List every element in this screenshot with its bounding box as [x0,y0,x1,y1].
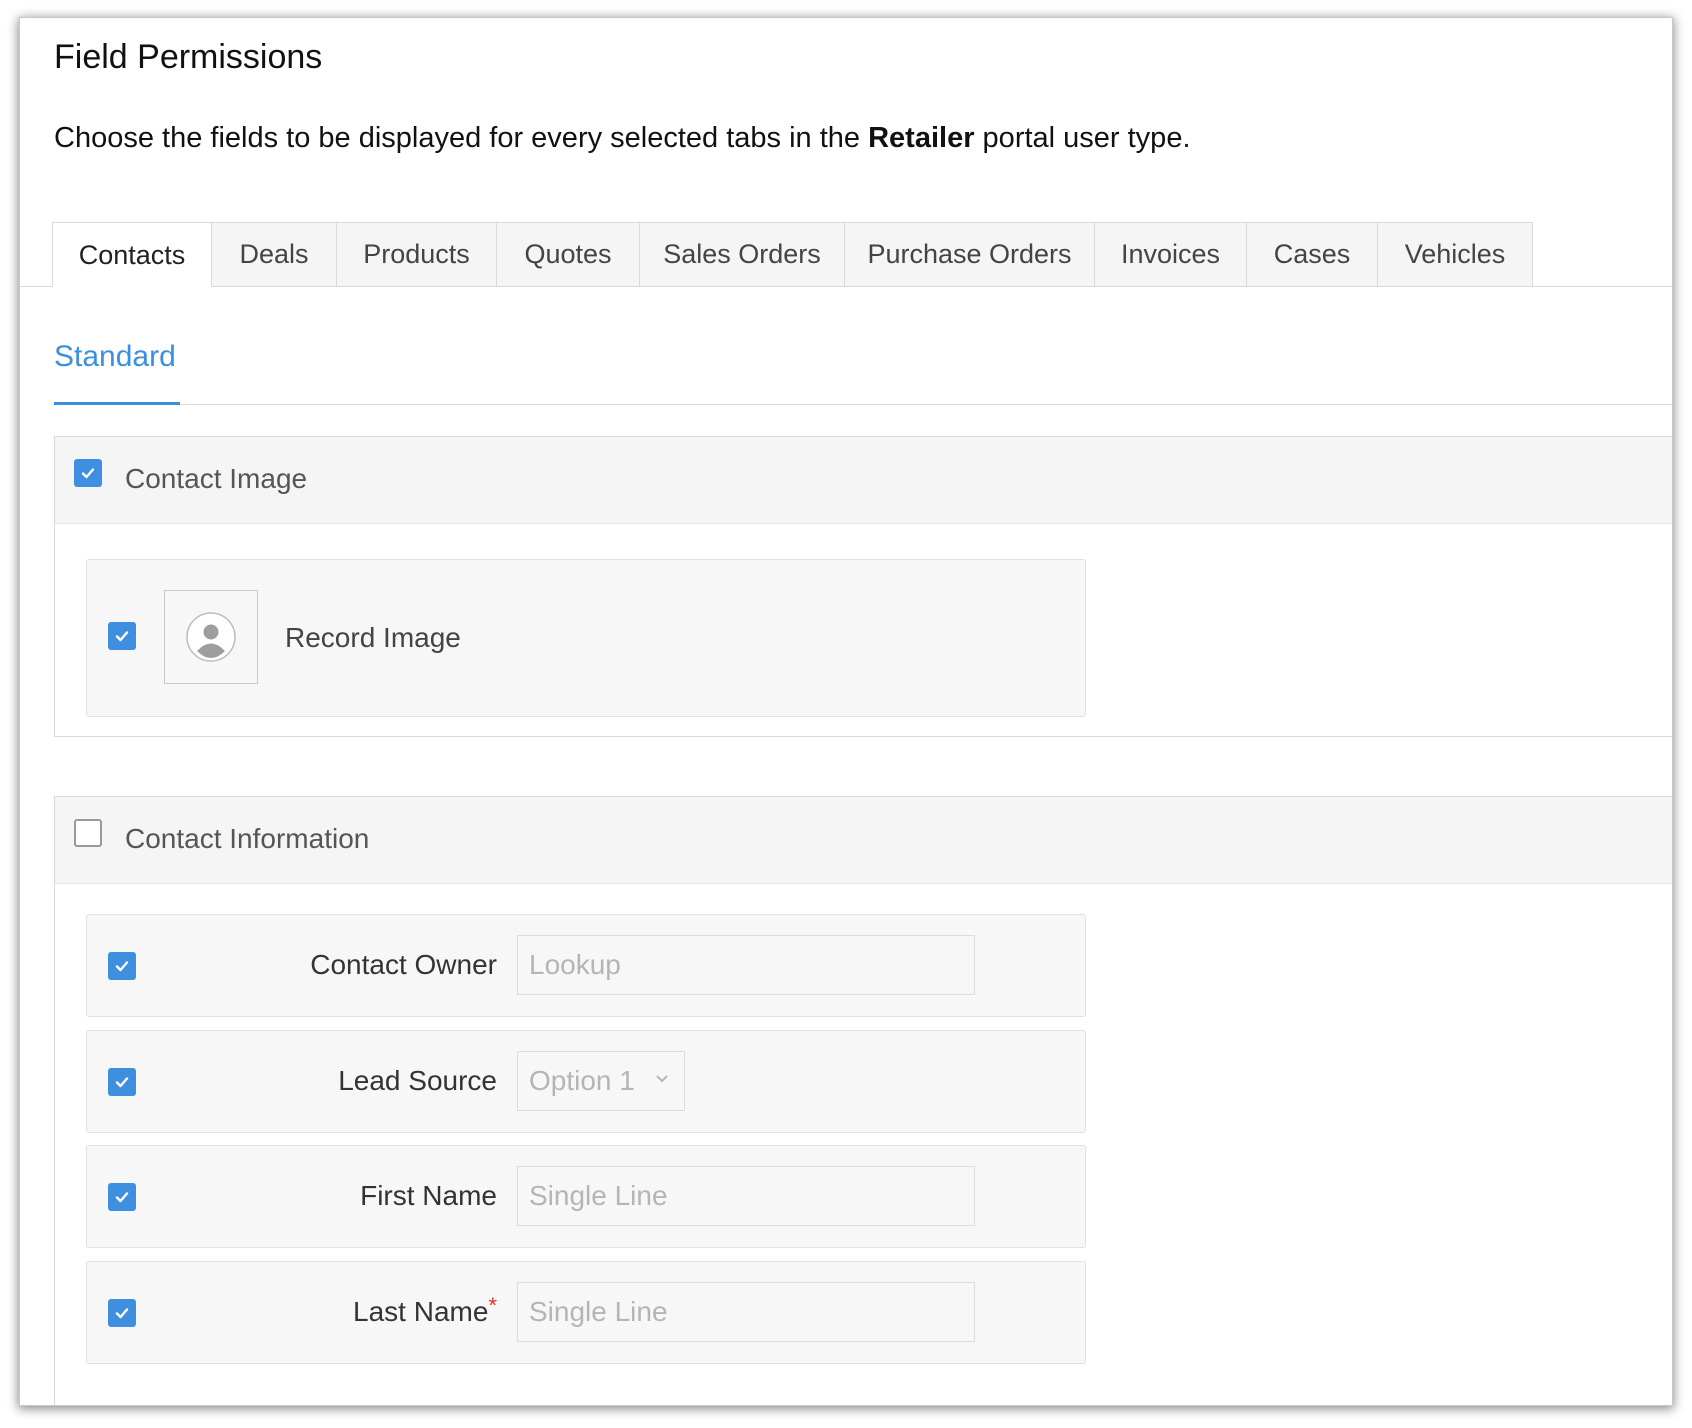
field-permissions-panel: Field Permissions Choose the fields to b… [20,18,1672,1405]
section-checkbox-contact-information[interactable] [74,819,102,847]
user-avatar-icon [186,612,236,662]
first-name-preview-input: Single Line [517,1166,975,1226]
chevron-down-icon [656,1075,668,1083]
field-checkbox-record-image[interactable] [108,622,136,650]
section-contact-information: Contact Information Contact Owner Lookup… [54,796,1672,1405]
check-icon [115,1077,129,1088]
tab-invoices[interactable]: Invoices [1094,222,1247,286]
check-icon [115,961,129,972]
tab-contacts[interactable]: Contacts [52,222,212,287]
tab-vehicles[interactable]: Vehicles [1377,222,1533,286]
field-label-text: First Name [360,1180,497,1211]
tab-products[interactable]: Products [336,222,497,286]
field-label: Lead Source [338,1065,497,1097]
contact-owner-preview-input: Lookup [517,935,975,995]
field-checkbox-lead-source[interactable] [108,1068,136,1096]
page-title: Field Permissions [54,38,323,76]
section-checkbox-contact-image[interactable] [74,459,102,487]
field-checkbox-last-name[interactable] [108,1299,136,1327]
record-image-placeholder [164,590,258,684]
field-row-first-name: First Name Single Line [86,1145,1086,1248]
section-title: Contact Image [125,463,308,494]
tab-cases[interactable]: Cases [1246,222,1378,286]
field-label: First Name [360,1180,497,1212]
check-icon [115,1308,129,1319]
field-row-last-name: Last Name* Single Line [86,1261,1086,1364]
section-title: Contact Information [125,823,370,854]
field-checkbox-contact-owner[interactable] [108,952,136,980]
section-contact-image: Contact Image Record Image [54,436,1672,737]
field-row-record-image: Record Image [86,559,1086,717]
section-header: Contact Image [55,437,1672,524]
subtab-divider [54,404,1672,405]
subtab-active-indicator [54,402,180,405]
field-row-contact-owner: Contact Owner Lookup [86,914,1086,1017]
tabs-divider [20,286,1672,287]
tab-quotes[interactable]: Quotes [496,222,640,286]
select-value: Option 1 [529,1065,635,1096]
tab-purchase-orders[interactable]: Purchase Orders [844,222,1095,286]
subtab-standard[interactable]: Standard [54,340,176,374]
description-text-start: Choose the fields to be displayed for ev… [54,122,869,154]
page-description: Choose the fields to be displayed for ev… [54,122,1191,155]
field-row-lead-source: Lead Source Option 1 [86,1030,1086,1133]
field-label-text: Contact Owner [310,949,497,980]
portal-user-type-name: Retailer [868,122,975,154]
tab-sales-orders[interactable]: Sales Orders [639,222,845,286]
required-indicator: * [488,1293,497,1318]
check-icon [115,1192,129,1203]
description-text-end: portal user type. [974,122,1191,154]
field-checkbox-first-name[interactable] [108,1183,136,1211]
field-label: Record Image [285,622,461,653]
field-label: Last Name* [353,1293,497,1328]
tab-deals[interactable]: Deals [211,222,337,286]
check-icon [81,468,95,479]
section-header: Contact Information [55,797,1672,884]
field-label-text: Last Name [353,1296,489,1327]
field-label: Contact Owner [310,949,497,981]
last-name-preview-input: Single Line [517,1282,975,1342]
field-label-text: Lead Source [338,1065,497,1096]
check-icon [115,631,129,642]
lead-source-preview-select: Option 1 [517,1051,685,1111]
